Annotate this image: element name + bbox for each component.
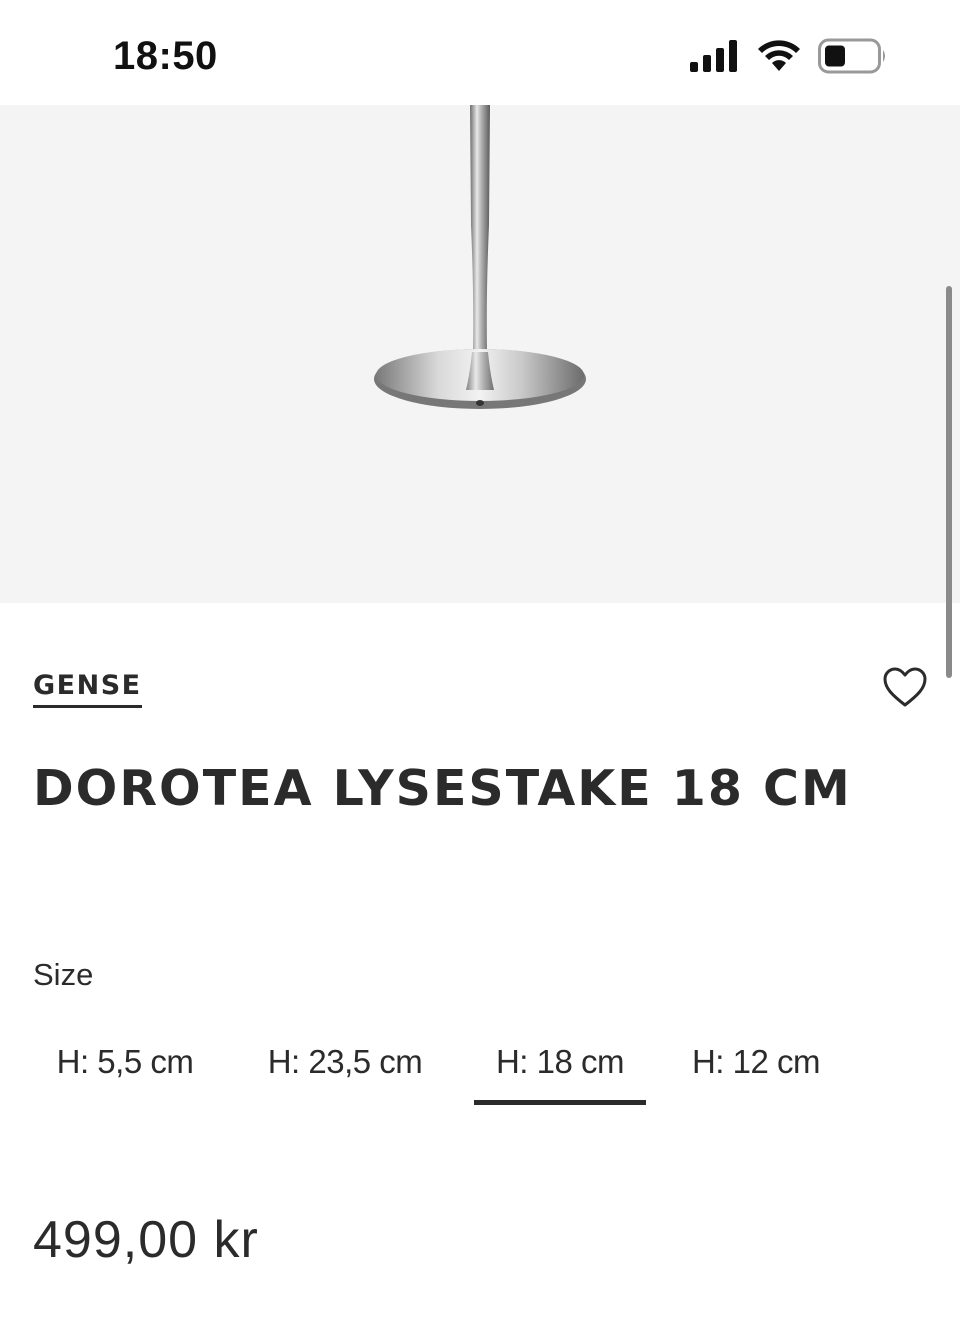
brand-link[interactable]: GENSE bbox=[33, 670, 142, 708]
status-time: 18:50 bbox=[113, 34, 218, 78]
scrollbar[interactable] bbox=[946, 286, 952, 678]
candlestick-image bbox=[374, 105, 586, 409]
status-icons bbox=[690, 38, 888, 74]
product-image bbox=[0, 105, 960, 603]
size-option-18cm[interactable]: H: 18 cm bbox=[474, 1036, 646, 1105]
status-bar: 18:50 bbox=[0, 0, 960, 105]
size-option-5-5cm[interactable]: H: 5,5 cm bbox=[33, 1036, 217, 1100]
cellular-signal-icon bbox=[690, 40, 737, 72]
product-title: DOROTEA LYSESTAKE 18 CM bbox=[33, 760, 852, 817]
size-label: Size bbox=[33, 957, 94, 992]
heart-icon[interactable] bbox=[882, 666, 928, 708]
size-option-23-5cm[interactable]: H: 23,5 cm bbox=[241, 1036, 449, 1100]
product-price: 499,00 kr bbox=[33, 1211, 259, 1269]
product-page: 18:50 GENSE DOROTEA LYSESTAKE 18 CM Size… bbox=[0, 0, 960, 1344]
wifi-icon bbox=[758, 40, 800, 71]
battery-icon bbox=[818, 38, 885, 74]
size-option-12cm[interactable]: H: 12 cm bbox=[671, 1036, 841, 1100]
